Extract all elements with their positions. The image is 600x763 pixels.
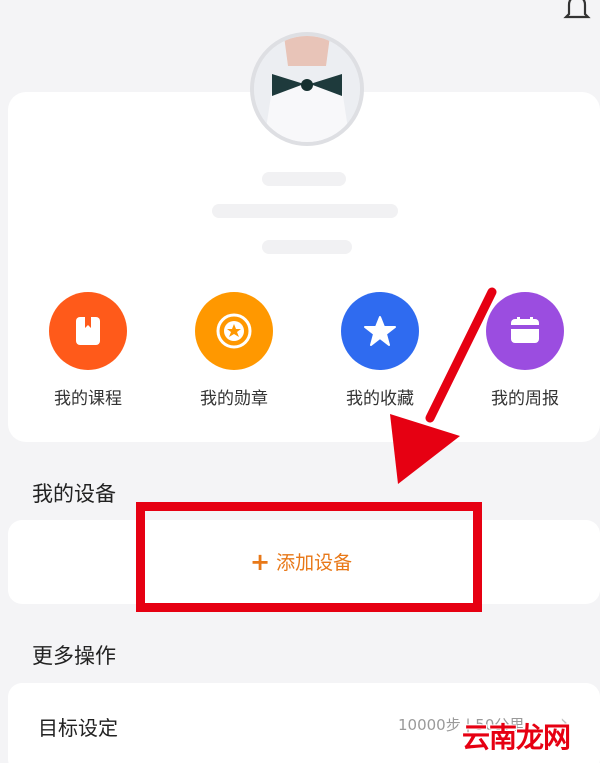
shortcut-label: 我的勋章: [200, 389, 268, 409]
weekly-report-icon: [486, 292, 564, 370]
goal-setting-label: 目标设定: [38, 716, 118, 740]
avatar[interactable]: [250, 32, 364, 146]
shortcut-label: 我的收藏: [346, 389, 414, 409]
star-icon: [341, 292, 419, 370]
shortcut-my-courses[interactable]: 我的课程: [28, 292, 148, 409]
shortcut-my-weekly-report[interactable]: 我的周报: [465, 292, 585, 409]
stats-blurred: [262, 240, 352, 254]
bio-blurred: [212, 204, 398, 218]
username-blurred: [262, 172, 346, 186]
annotation-highlight-box: [136, 502, 482, 612]
shortcut-my-favorites[interactable]: 我的收藏: [320, 292, 440, 409]
watermark-logo: 云南龙网: [462, 721, 571, 754]
devices-section-title: 我的设备: [32, 482, 116, 506]
medal-star-icon: [195, 292, 273, 370]
course-book-icon: [49, 292, 127, 370]
shortcut-label: 我的课程: [54, 389, 122, 409]
more-section-title: 更多操作: [32, 644, 116, 668]
shortcut-label: 我的周报: [491, 389, 559, 409]
shortcut-my-medals[interactable]: 我的勋章: [174, 292, 294, 409]
notification-bell-icon[interactable]: [562, 0, 592, 24]
